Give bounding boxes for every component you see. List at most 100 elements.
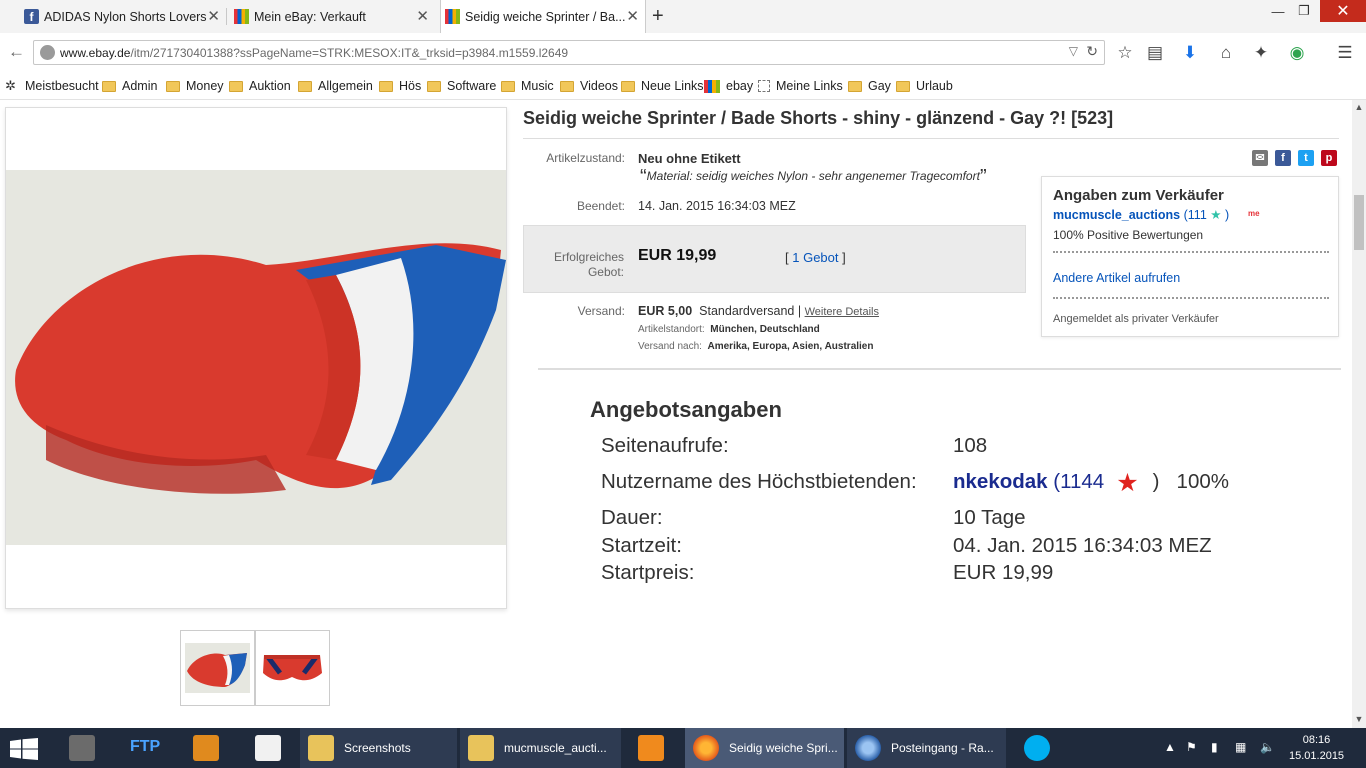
url-text: www.ebay.de/itm/271730401388?ssPageName=… — [60, 46, 569, 60]
close-icon[interactable]: ✕ — [207, 9, 220, 24]
pinterest-share-icon[interactable]: p — [1321, 150, 1337, 166]
media-player-icon[interactable] — [632, 728, 672, 768]
shipping-label: Versand: — [577, 304, 625, 318]
close-icon[interactable]: ✕ — [416, 9, 429, 24]
seller-name-line: mucmuscle_auctions (111 ★ ) — [1053, 208, 1230, 222]
seller-feedback: 100% Positive Bewertungen — [1053, 228, 1204, 242]
folder-icon — [308, 735, 334, 761]
bid-count-link[interactable]: 1 Gebot — [792, 250, 838, 265]
scroll-up-icon: ▲ — [1354, 102, 1364, 112]
shipping-line: EUR 5,00 Standardversand | Weitere Detai… — [638, 304, 879, 318]
start-time-value: 04. Jan. 2015 16:34:03 MEZ — [953, 534, 1212, 557]
reading-list-icon[interactable]: ▤ — [1145, 43, 1165, 63]
red-star-icon: ★ — [1116, 469, 1139, 497]
menu-icon[interactable]: ☰ — [1335, 43, 1355, 63]
dropdown-arrow-icon[interactable]: ▽ — [1069, 44, 1078, 58]
bidder-score: (1144 — [1053, 470, 1105, 493]
flag-icon[interactable]: ⚑ — [1186, 740, 1197, 754]
tray-expand-icon[interactable]: ▲ — [1164, 740, 1176, 754]
condition-value: Neu ohne Etikett — [638, 151, 741, 166]
tab-listing[interactable]: Seidig weiche Sprinter / Ba... ✕ — [440, 0, 646, 33]
divider — [538, 368, 1341, 370]
bookmark-ebay[interactable]: ebay — [704, 79, 753, 93]
ebay-icon — [704, 79, 720, 93]
reload-icon[interactable]: ↻ — [1086, 43, 1098, 60]
skype-icon[interactable] — [1018, 728, 1058, 768]
ebay-icon — [445, 9, 460, 24]
bookmark-allgemein[interactable]: Allgemein — [298, 79, 373, 93]
scroll-down-icon: ▼ — [1354, 714, 1364, 724]
folder-icon — [102, 80, 116, 92]
browser-tab-strip: f ADIDAS Nylon Shorts Lovers ✕ Mein eBay… — [0, 0, 1366, 33]
ships-to-line: Versand nach: Amerika, Europa, Asien, Au… — [638, 341, 874, 352]
location-line: Artikelstandort: München, Deutschland — [638, 324, 820, 335]
bookmark-gay[interactable]: Gay — [848, 79, 891, 93]
views-label: Seitenaufrufe: — [601, 434, 729, 457]
tab-adidas[interactable]: f ADIDAS Nylon Shorts Lovers ✕ — [20, 0, 227, 33]
system-clock[interactable]: 08:16 15.01.2015 — [1289, 732, 1344, 764]
bookmark-music[interactable]: Music — [501, 79, 554, 93]
home-icon[interactable]: ⌂ — [1216, 43, 1236, 63]
network-icon[interactable]: ▦ — [1235, 740, 1246, 754]
folder-icon — [166, 80, 180, 92]
ended-value: 14. Jan. 2015 16:34:03 MEZ — [638, 199, 796, 213]
bookmark-software[interactable]: Software — [427, 79, 496, 93]
other-items-link[interactable]: Andere Artikel aufrufen — [1053, 271, 1180, 285]
bookmark-money[interactable]: Money — [166, 79, 224, 93]
bookmark-hoes[interactable]: Hös — [379, 79, 421, 93]
address-bar[interactable]: www.ebay.de/itm/271730401388?ssPageName=… — [33, 40, 1105, 65]
notepad-app-icon[interactable] — [248, 728, 288, 768]
shipping-details-link[interactable]: Weitere Details — [805, 306, 879, 318]
task-mucmuscle[interactable]: mucmuscle_aucti... — [460, 728, 622, 768]
divider — [523, 138, 1339, 139]
task-screenshots[interactable]: Screenshots — [300, 728, 458, 768]
me-badge: me — [1248, 209, 1260, 218]
task-thunderbird[interactable]: Posteingang - Ra... — [847, 728, 1007, 768]
twitter-share-icon[interactable]: t — [1298, 150, 1314, 166]
folder-icon — [468, 735, 494, 761]
thumbnail-2[interactable] — [255, 630, 330, 706]
back-arrow-icon[interactable]: ← — [8, 42, 25, 62]
folder-icon — [379, 80, 393, 92]
bookmark-neue-links[interactable]: Neue Links — [621, 79, 704, 93]
new-tab-icon[interactable]: + — [652, 5, 664, 28]
windows-taskbar: FTP Screenshots mucmuscle_aucti... Seidi… — [0, 728, 1366, 768]
page-scrollbar[interactable]: ▲ ▼ — [1352, 100, 1366, 728]
task-firefox[interactable]: Seidig weiche Spri... — [685, 728, 845, 768]
ebay-icon — [234, 9, 249, 24]
bookmark-meine-links[interactable]: Meine Links — [758, 79, 843, 93]
main-image-frame[interactable] — [5, 107, 507, 609]
bookmark-urlaub[interactable]: Urlaub — [896, 79, 953, 93]
ftp-app-icon[interactable]: FTP — [124, 728, 164, 768]
close-icon[interactable]: ✕ — [626, 9, 639, 24]
email-share-icon[interactable]: ✉ — [1252, 150, 1268, 166]
bookmark-videos[interactable]: Videos — [560, 79, 618, 93]
tab-label: Seidig weiche Sprinter / Ba... — [465, 9, 626, 24]
tab-mein-ebay[interactable]: Mein eBay: Verkauft ✕ — [230, 0, 435, 33]
thunderbird-icon — [855, 735, 881, 761]
bookmark-star-icon[interactable]: ☆ — [1115, 43, 1135, 63]
facebook-share-icon[interactable]: f — [1275, 150, 1291, 166]
editor-app-icon[interactable] — [186, 728, 226, 768]
folder-icon — [501, 80, 515, 92]
volume-icon[interactable]: 🔈 — [1260, 740, 1275, 754]
thumbnail-1[interactable] — [180, 630, 255, 706]
bidder-name[interactable]: nkekodak — [953, 470, 1048, 493]
seller-info-box: Angaben zum Verkäufer mucmuscle_auctions… — [1041, 176, 1339, 337]
scrollbar-thumb[interactable] — [1354, 195, 1364, 250]
window-close-icon[interactable]: ✕ — [1320, 0, 1366, 22]
windows-start-icon[interactable] — [10, 738, 38, 760]
bookmark-admin[interactable]: Admin — [102, 79, 157, 93]
bookmark-meistbesucht[interactable]: ✲ Meistbesucht — [5, 79, 99, 94]
globe-icon — [40, 45, 55, 60]
extension-icon[interactable]: ✦ — [1251, 43, 1271, 63]
restore-icon[interactable]: ❐ — [1288, 0, 1320, 22]
device-icon[interactable]: ▮ — [1211, 740, 1218, 754]
camera-app-icon[interactable] — [62, 728, 102, 768]
bookmark-auktion[interactable]: Auktion — [229, 79, 291, 93]
folder-icon — [621, 80, 635, 92]
product-photo[interactable] — [6, 170, 506, 545]
seller-name[interactable]: mucmuscle_auctions — [1053, 208, 1180, 222]
download-icon[interactable]: ⬇ — [1180, 43, 1200, 63]
addon-circle-icon[interactable]: ◉ — [1287, 43, 1307, 63]
